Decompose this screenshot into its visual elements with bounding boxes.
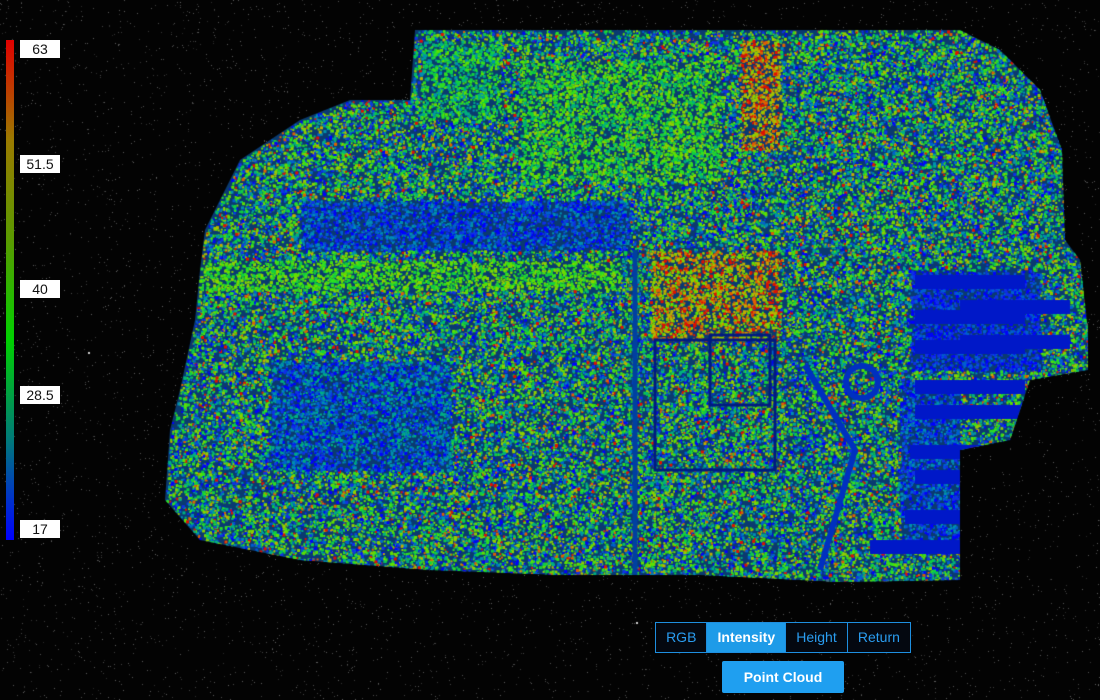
intensity-legend: 63 51.5 40 28.5 17: [6, 40, 66, 540]
legend-tick-max: 63: [20, 40, 60, 58]
mode-return-button[interactable]: Return: [848, 623, 910, 652]
viewer-stage[interactable]: 63 51.5 40 28.5 17 RGB Intensity Height …: [0, 0, 1100, 700]
point-cloud-view[interactable]: [0, 0, 1100, 700]
legend-tick-2: 51.5: [20, 155, 60, 173]
mode-rgb-button[interactable]: RGB: [656, 623, 708, 652]
mode-intensity-button[interactable]: Intensity: [707, 623, 787, 652]
legend-tick-4: 28.5: [20, 386, 60, 404]
legend-tick-min: 17: [20, 520, 60, 538]
legend-tick-3: 40: [20, 280, 60, 298]
color-mode-selector: RGB Intensity Height Return: [655, 622, 911, 653]
legend-color-bar: [6, 40, 14, 540]
mode-height-button[interactable]: Height: [786, 623, 848, 652]
point-cloud-button[interactable]: Point Cloud: [722, 661, 844, 693]
